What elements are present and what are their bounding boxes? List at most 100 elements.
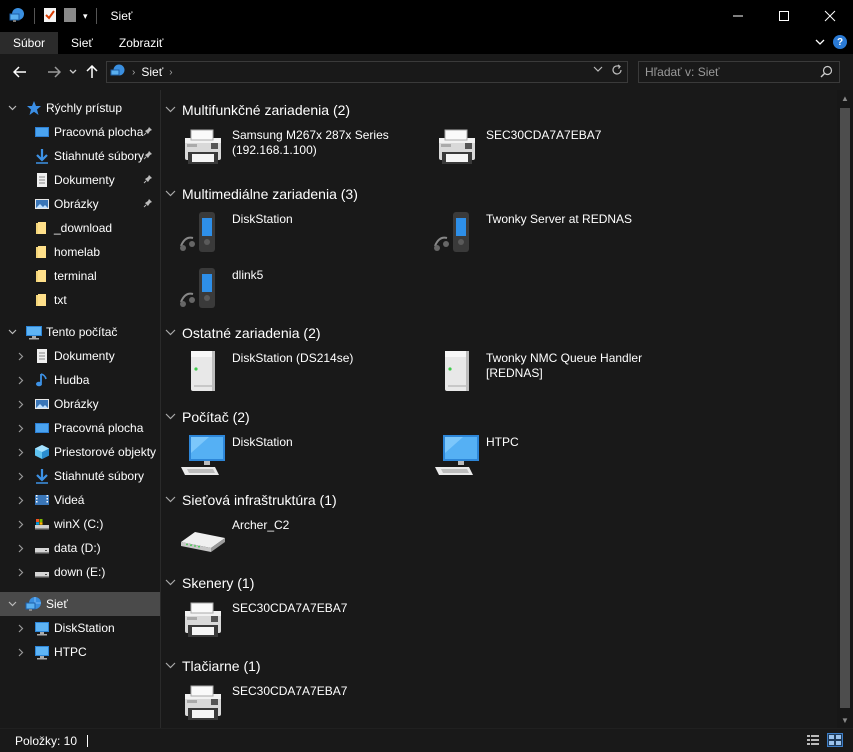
chevron-right-icon[interactable] <box>16 471 26 481</box>
nav-quick-6[interactable]: terminal <box>0 264 160 288</box>
chevron-down-icon[interactable] <box>7 327 17 337</box>
chevron-right-icon[interactable] <box>16 375 26 385</box>
status-bar: Položky: 10 <box>0 728 853 752</box>
nav-quick-0[interactable]: Pracovná plocha <box>0 120 160 144</box>
close-button[interactable] <box>807 0 853 32</box>
nav-pc-5[interactable]: Stiahnuté súbory <box>0 464 160 488</box>
chevron-down-icon[interactable] <box>165 661 177 672</box>
chevron-right-icon[interactable] <box>16 519 26 529</box>
scroll-down-icon[interactable]: ▼ <box>837 712 853 728</box>
device-tile[interactable]: DiskStation <box>161 210 411 254</box>
forward-button[interactable] <box>41 59 67 85</box>
customize-toolbar-icon[interactable]: ▾ <box>83 11 88 22</box>
device-tile[interactable]: Twonky NMC Queue Handler [REDNAS] <box>415 349 665 393</box>
device-tile[interactable]: HTPC <box>415 433 665 477</box>
nav-pc-8[interactable]: data (D:) <box>0 536 160 560</box>
scroll-up-icon[interactable]: ▲ <box>837 90 853 106</box>
breadcrumb-separator-icon[interactable]: › <box>169 67 172 78</box>
device-tile[interactable]: DiskStation (DS214se) <box>161 349 411 393</box>
search-input[interactable] <box>639 65 814 79</box>
chevron-right-icon[interactable] <box>16 495 26 505</box>
chevron-down-icon[interactable] <box>165 328 177 339</box>
device-tile[interactable]: DiskStation <box>161 433 411 477</box>
tab-view[interactable]: Zobraziť <box>106 32 177 54</box>
chevron-down-icon[interactable] <box>7 103 17 113</box>
nav-item-label: Priestorové objekty <box>54 445 157 459</box>
group-header[interactable]: Sieťová infraštruktúra (1) <box>165 490 337 510</box>
device-tile[interactable]: Archer_C2 <box>161 516 411 560</box>
group-header[interactable]: Počítač (2) <box>165 407 250 427</box>
properties-icon[interactable] <box>43 7 57 26</box>
nav-pc-6[interactable]: Videá <box>0 488 160 512</box>
nav-this-pc[interactable]: Tento počítač <box>0 320 160 344</box>
vertical-scrollbar[interactable]: ▲ ▼ <box>837 90 853 728</box>
address-bar[interactable]: › Sieť › <box>106 61 628 83</box>
chevron-down-icon[interactable] <box>7 599 17 609</box>
tab-file[interactable]: Súbor <box>0 32 59 54</box>
nav-pc-1[interactable]: Hudba <box>0 368 160 392</box>
nav-quick-3[interactable]: Obrázky <box>0 192 160 216</box>
device-tile[interactable]: Samsung M267x 287x Series (192.168.1.100) <box>161 126 411 170</box>
nav-pc-9[interactable]: down (E:) <box>0 560 160 584</box>
maximize-button[interactable] <box>761 0 807 32</box>
nav-quick-1[interactable]: Stiahnuté súbory <box>0 144 160 168</box>
chevron-down-icon[interactable] <box>165 189 177 200</box>
expand-ribbon-icon[interactable] <box>815 35 825 49</box>
group-header[interactable]: Skenery (1) <box>165 573 254 593</box>
search-box[interactable] <box>638 61 840 83</box>
nav-pc-0[interactable]: Dokumenty <box>0 344 160 368</box>
maximize-icon <box>779 11 789 21</box>
nav-network[interactable]: Sieť <box>0 592 160 616</box>
back-button[interactable] <box>7 59 33 85</box>
minimize-button[interactable] <box>715 0 761 32</box>
up-button[interactable] <box>79 59 105 85</box>
chevron-right-icon[interactable] <box>16 567 26 577</box>
downloads-icon <box>34 468 50 484</box>
breadcrumb-network[interactable]: Sieť <box>141 65 163 79</box>
details-view-button[interactable] <box>805 733 821 747</box>
chevron-right-icon[interactable] <box>16 447 26 457</box>
chevron-right-icon[interactable] <box>16 351 26 361</box>
chevron-down-icon[interactable] <box>165 105 177 116</box>
group-header[interactable]: Multimediálne zariadenia (3) <box>165 184 358 204</box>
chevron-right-icon[interactable] <box>16 543 26 553</box>
address-history-icon[interactable] <box>593 64 603 79</box>
device-tile[interactable]: SEC30CDA7A7EBA7 <box>161 682 411 726</box>
nav-pc-7[interactable]: winX (C:) <box>0 512 160 536</box>
chevron-down-icon[interactable] <box>165 578 177 589</box>
device-tile[interactable]: SEC30CDA7A7EBA7 <box>161 599 411 643</box>
nav-quick-4[interactable]: _download <box>0 216 160 240</box>
nav-pc-3[interactable]: Pracovná plocha <box>0 416 160 440</box>
group-header[interactable]: Ostatné zariadenia (2) <box>165 323 321 343</box>
chevron-right-icon[interactable] <box>16 623 26 633</box>
device-name-line: DiskStation <box>232 435 293 449</box>
help-button[interactable]: ? <box>833 35 847 49</box>
nav-quick-access[interactable]: Rýchly prístup <box>0 96 160 120</box>
recent-locations-button[interactable] <box>67 59 79 85</box>
new-folder-icon[interactable] <box>63 7 77 26</box>
scrollbar-thumb[interactable] <box>840 108 850 708</box>
nav-quick-7[interactable]: txt <box>0 288 160 312</box>
nav-quick-2[interactable]: Dokumenty <box>0 168 160 192</box>
nav-net-0[interactable]: DiskStation <box>0 616 160 640</box>
chevron-right-icon[interactable] <box>16 647 26 657</box>
tiles-view-button[interactable] <box>827 733 843 747</box>
chevron-right-icon[interactable] <box>16 399 26 409</box>
chevron-right-icon[interactable] <box>16 423 26 433</box>
nav-quick-5[interactable]: homelab <box>0 240 160 264</box>
chevron-down-icon[interactable] <box>165 495 177 506</box>
device-name-line: SEC30CDA7A7EBA7 <box>486 128 602 142</box>
group-header[interactable]: Tlačiarne (1) <box>165 656 261 676</box>
chevron-down-icon[interactable] <box>165 412 177 423</box>
search-icon[interactable] <box>820 65 833 81</box>
tab-network[interactable]: Sieť <box>58 32 106 54</box>
nav-net-1[interactable]: HTPC <box>0 640 160 664</box>
device-tile[interactable]: Twonky Server at REDNAS <box>415 210 665 254</box>
nav-pc-4[interactable]: Priestorové objekty <box>0 440 160 464</box>
refresh-icon[interactable] <box>611 64 623 79</box>
breadcrumb-separator-icon[interactable]: › <box>132 67 135 78</box>
group-header[interactable]: Multifunkčné zariadenia (2) <box>165 100 350 120</box>
device-tile[interactable]: dlink5 <box>161 266 411 310</box>
device-tile[interactable]: SEC30CDA7A7EBA7 <box>415 126 665 170</box>
nav-pc-2[interactable]: Obrázky <box>0 392 160 416</box>
